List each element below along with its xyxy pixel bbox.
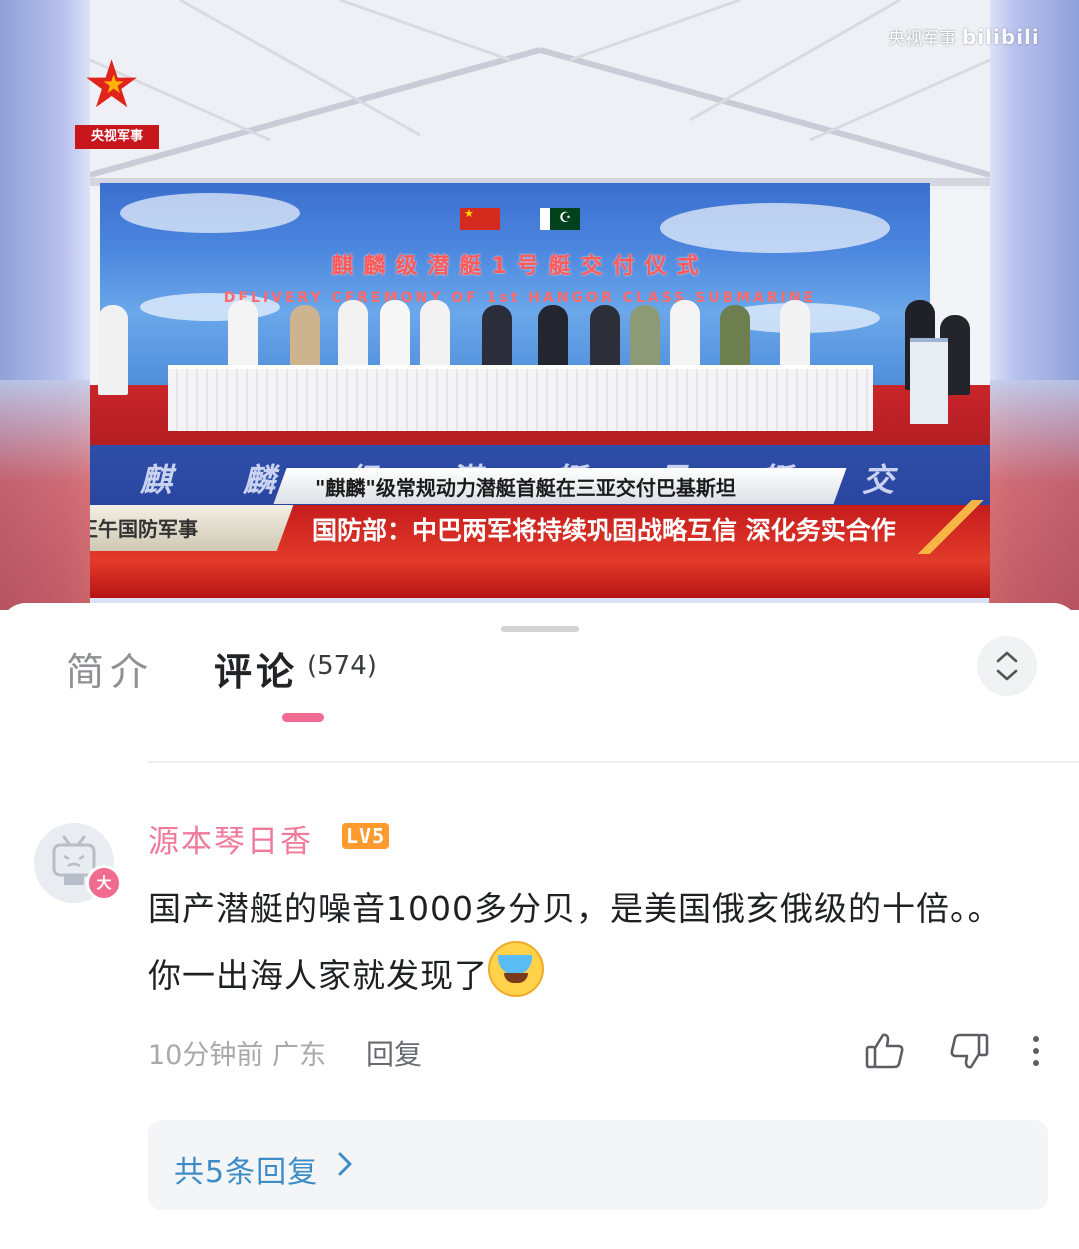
drag-handle[interactable]: [501, 626, 579, 632]
video-blur-left: [0, 380, 90, 610]
comment-text: 国产潜艇的噪音1000多分贝，是美国俄亥俄级的十倍。。你一出海人家就发现了: [148, 877, 1028, 1008]
program-name: 正午国防军事: [90, 517, 198, 541]
channel-logo-label: 央视军事: [75, 125, 159, 149]
banner-subtitle: DELIVERY CEREMONY OF 1st HANGOR CLASS SU…: [223, 290, 817, 306]
chevron-right-icon: [338, 1152, 352, 1176]
dislike-button[interactable]: [948, 1031, 990, 1075]
laugh-cry-emoji-icon: [488, 941, 544, 997]
comment-time: 10分钟前: [148, 1040, 264, 1071]
more-vertical-icon: [1033, 1036, 1039, 1066]
comment-body: 国产潜艇的噪音1000多分贝，是美国俄亥俄级的十倍。。你一出海人家就发现了: [148, 889, 1002, 995]
reply-button[interactable]: 回复: [366, 1033, 422, 1073]
tent-roof: [90, 0, 990, 190]
china-flag: [460, 208, 500, 230]
comments-sheet: 简介 评论 (574) 大 源本琴日香 LV5 国产潜艇的噪音1000多分贝，是…: [0, 603, 1079, 1249]
tent-structure: [90, 0, 990, 190]
news-ticker-text: 国防部：中巴两军将持续巩固战略互信 深化务实合作: [312, 516, 896, 545]
chevron-up-down-icon: [996, 651, 1018, 681]
ceremony-table: [168, 365, 873, 431]
star-inner-icon: ★: [102, 70, 126, 100]
channel-watermark: 央视军事: [888, 29, 956, 49]
comments-count: (574): [307, 651, 377, 681]
level-badge: LV5: [342, 823, 390, 849]
tab-comments[interactable]: 评论: [214, 641, 298, 696]
comment-meta: 10分钟前 广东: [148, 1033, 326, 1072]
comment-username[interactable]: 源本琴日香: [148, 816, 313, 861]
like-button[interactable]: [864, 1031, 906, 1075]
bilibili-watermark: bilibili: [962, 25, 1040, 49]
more-button[interactable]: [1030, 1031, 1042, 1075]
thumbs-up-icon: [865, 1033, 904, 1069]
watermark: 央视军事 bilibili: [888, 24, 1040, 49]
replies-box[interactable]: 共5条回复: [148, 1120, 1048, 1210]
collapse-button[interactable]: [977, 636, 1037, 696]
video-blur-right: [989, 380, 1079, 610]
gold-stripe: [910, 500, 990, 554]
divider: [148, 761, 1079, 763]
avatar-badge: 大: [86, 865, 122, 901]
pakistan-flag: [540, 208, 580, 230]
video-frame[interactable]: 麒麟级潜艇1号艇交付仪式 DELIVERY CEREMONY OF 1st HA…: [90, 0, 990, 598]
news-headline: "麒麟"级常规动力潜艇首艇在三亚交付巴基斯坦: [315, 476, 736, 500]
podium: [910, 338, 948, 424]
banner-title: 麒麟级潜艇1号艇交付仪式: [331, 254, 709, 279]
active-tab-indicator: [282, 713, 324, 722]
video-player[interactable]: 麒麟级潜艇1号艇交付仪式 DELIVERY CEREMONY OF 1st HA…: [0, 0, 1079, 610]
tab-intro[interactable]: 简介: [66, 641, 154, 696]
thumbs-down-icon: [950, 1033, 989, 1069]
channel-logo: ★ ★ 央视军事: [72, 50, 162, 150]
comment-location: 广东: [271, 1040, 326, 1071]
view-replies-link[interactable]: 共5条回复: [174, 1147, 318, 1191]
